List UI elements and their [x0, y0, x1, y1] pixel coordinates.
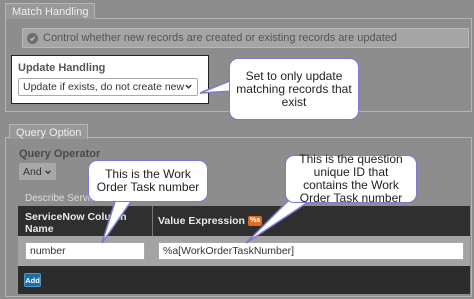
callout-pointer: [101, 78, 325, 244]
task-number-callout: This is the Work Order Task number: [88, 160, 208, 202]
update-callout: Set to only update matching records that…: [229, 58, 359, 120]
question-id-callout: This is the question unique ID that cont…: [285, 153, 417, 205]
